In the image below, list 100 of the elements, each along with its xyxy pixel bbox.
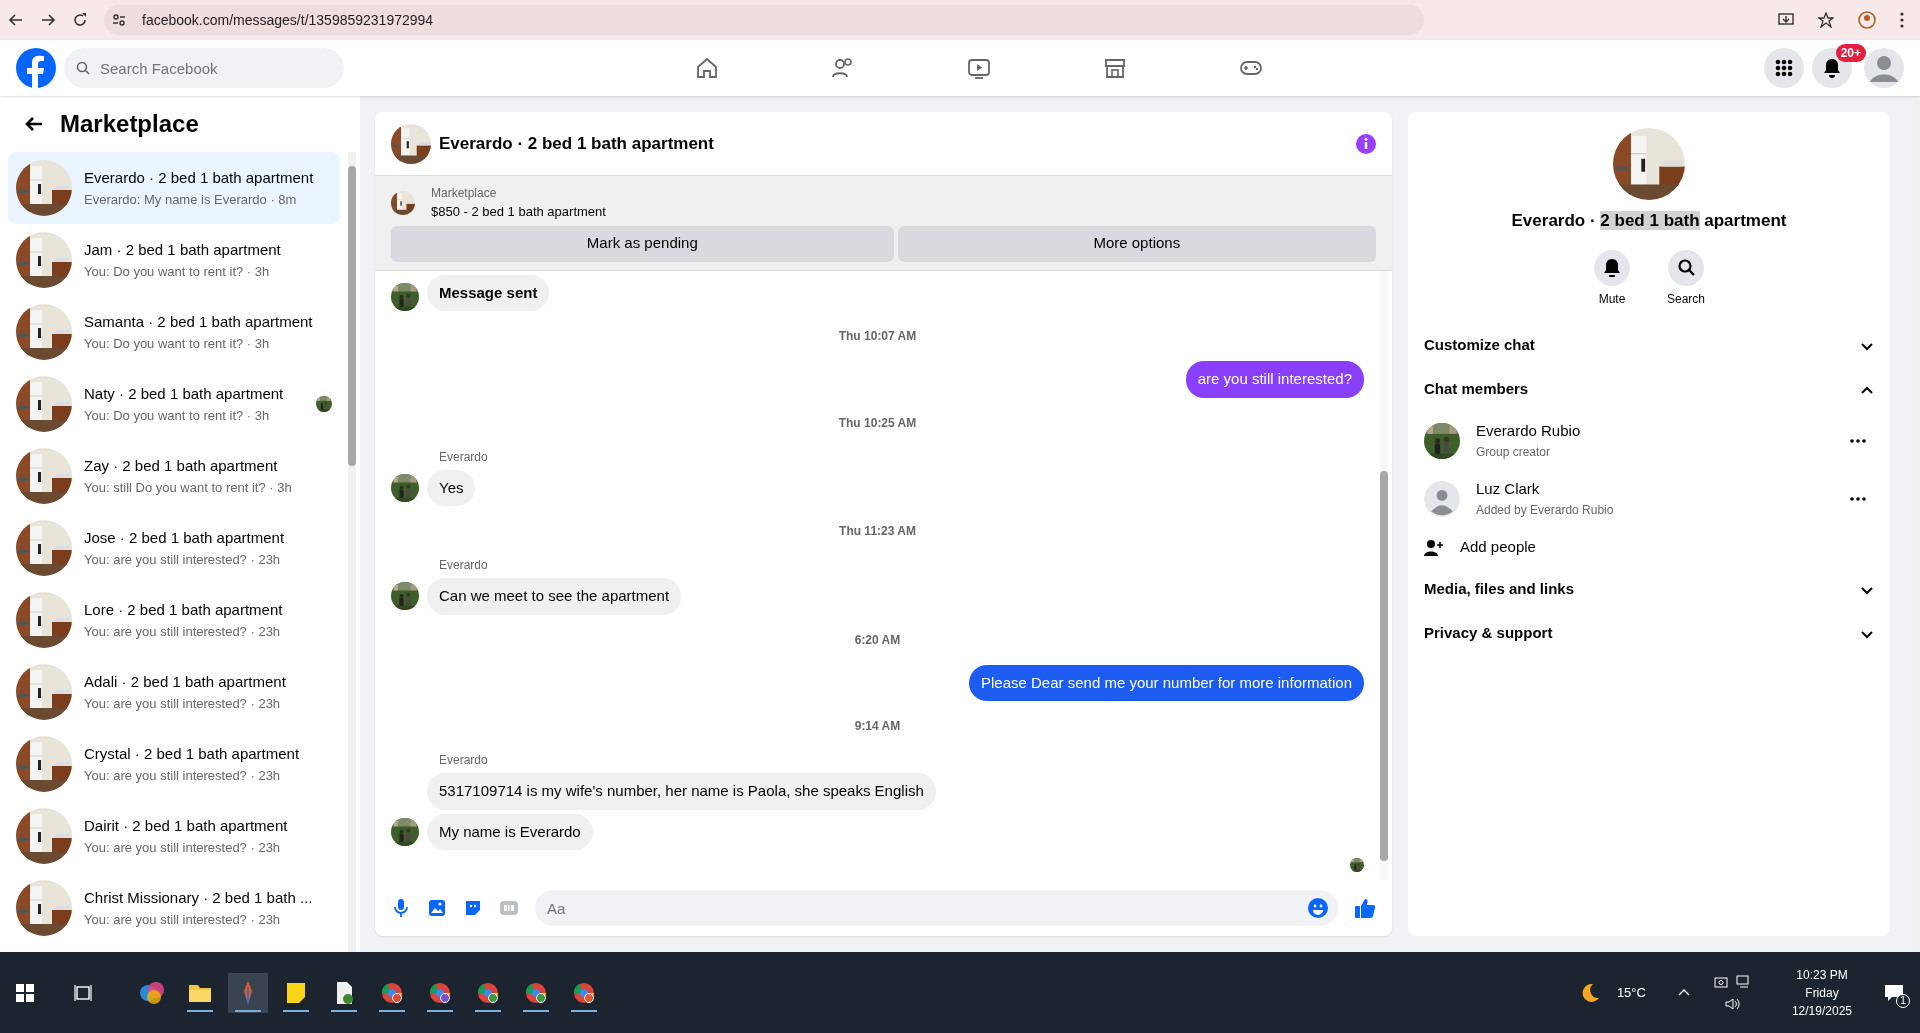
message-preview: You: Do you want to rent it? · 3h [84, 406, 271, 425]
timestamp: 9:14 AM [853, 718, 902, 735]
back-arrow-icon[interactable] [8, 12, 24, 28]
member-role: Group creator [1476, 443, 1552, 461]
more-icon[interactable] [1850, 438, 1866, 443]
thumbs-up-icon[interactable] [1354, 897, 1376, 919]
store-icon[interactable] [1103, 56, 1127, 80]
conversation-title: Dairit · 2 bed 1 bath apartment [84, 816, 289, 836]
chat-title: Everardo · 2 bed 1 bath apartment [439, 132, 714, 155]
member-role: Added by Everardo Rubio [1476, 501, 1615, 519]
message-preview: You: Do you want to rent it? · 3h [84, 334, 271, 353]
volume-icon[interactable] [1724, 996, 1741, 1011]
image-icon[interactable] [427, 898, 447, 918]
clock-time[interactable]: 10:23 PM [1796, 965, 1848, 984]
conversation-item[interactable]: Jose · 2 bed 1 bath apartment You: are you still interested? · 23h [8, 512, 340, 584]
sender-name: Everardo [438, 448, 489, 466]
microphone-icon[interactable] [391, 898, 411, 918]
mute-button[interactable] [1594, 249, 1630, 286]
conversation-title: Crystal · 2 bed 1 bath apartment [84, 744, 301, 764]
sidebar-title: Marketplace [60, 109, 199, 139]
message-preview: You: are you still interested? · 23h [84, 766, 282, 785]
conversation-item[interactable]: Samanta · 2 bed 1 bath apartment You: Do you want to rent it? · 3h [8, 296, 340, 368]
conversation-item[interactable]: Christ Missionary · 2 bed 1 bath ... You: are you still interested? · 23h [8, 872, 340, 944]
conversation-item[interactable]: Lore · 2 bed 1 bath apartment You: are you still interested? · 23h [8, 584, 340, 656]
add-people-item[interactable]: Add people [1424, 527, 1874, 568]
message-preview: You: are you still interested? · 23h [84, 910, 282, 929]
message-preview: You: are you still interested? · 23h [84, 622, 282, 641]
more-icon[interactable] [1850, 496, 1866, 501]
notification-center-icon[interactable] [1884, 983, 1904, 1002]
message-bubble: My name is Everardo [427, 813, 593, 850]
section-header[interactable]: Media, files and links [1424, 567, 1874, 612]
scrollbar[interactable] [1380, 270, 1388, 880]
conversation-title: Adali · 2 bed 1 bath apartment [84, 672, 287, 692]
section-header[interactable]: Customize chat [1424, 323, 1874, 368]
clock-day: Friday [1805, 983, 1839, 1002]
friends-icon[interactable] [831, 56, 855, 80]
conversation-item[interactable]: Zay · 2 bed 1 bath apartment You: still Do you want to rent it? · 3h [8, 440, 340, 512]
action-button[interactable]: More options [897, 225, 1376, 262]
conversation-item[interactable]: Dairit · 2 bed 1 bath apartment You: are you still interested? · 23h [8, 800, 340, 872]
section-header[interactable]: Privacy & support [1424, 611, 1874, 656]
notification-count-badge: 20+ [1835, 44, 1866, 62]
sender-name: Everardo [438, 557, 489, 574]
listing-label: Marketplace [431, 185, 498, 202]
search-field[interactable]: Search Facebook [64, 48, 344, 88]
emoji-icon[interactable] [1308, 898, 1328, 918]
scrollbar[interactable] [1912, 96, 1920, 952]
apps-menu-button[interactable] [1764, 48, 1804, 88]
home-icon[interactable] [695, 56, 719, 80]
forward-arrow-icon[interactable] [40, 12, 56, 28]
member-name: Luz Clark [1476, 479, 1541, 500]
timestamp: 6:20 AM [853, 631, 902, 649]
default-avatar-icon [1424, 480, 1460, 517]
timestamp: Thu 10:25 AM [837, 414, 918, 432]
conversation-title: Samanta · 2 bed 1 bath apartment [84, 312, 314, 332]
conversation-item[interactable]: Adali · 2 bed 1 bath apartment You: are you still interested? · 23h [8, 656, 340, 728]
conversation-item[interactable]: Everardo · 2 bed 1 bath apartment Everardo: My name is Everardo · 8m [8, 152, 340, 224]
message-preview: You: are you still interested? · 23h [84, 838, 282, 857]
message-bubble: 5317109714 is my wife's number, her name is Paola, she speaks English [427, 773, 936, 810]
url-text: facebook.com/messages/t/1359859231972994 [142, 10, 434, 30]
install-app-icon[interactable] [1778, 12, 1794, 28]
reload-icon[interactable] [72, 12, 88, 28]
action-button[interactable]: Mark as pending [391, 225, 894, 262]
search-button[interactable] [1668, 249, 1704, 286]
account-icon[interactable] [1864, 48, 1904, 88]
start-icon[interactable] [16, 983, 34, 1002]
timestamp: Thu 11:23 AM [838, 523, 917, 540]
task-view-icon[interactable] [74, 983, 92, 1002]
logo-icon[interactable] [16, 48, 56, 88]
info-icon[interactable] [1356, 133, 1376, 154]
member-name: Everardo Rubio [1476, 421, 1582, 442]
app-icon[interactable] [228, 972, 268, 1013]
camera-icon[interactable] [1713, 974, 1728, 989]
video-icon[interactable] [967, 56, 991, 80]
message-bubble: Message sent [427, 274, 550, 311]
conversation-item[interactable]: Jam · 2 bed 1 bath apartment You: Do you want to rent it? · 3h [8, 224, 340, 296]
network-icon[interactable] [1735, 974, 1752, 989]
star-icon[interactable] [1818, 12, 1834, 28]
site-settings-icon[interactable] [112, 13, 126, 27]
section-header[interactable]: Chat members [1424, 367, 1874, 412]
message-bubble: Can we meet to see the apartment [427, 578, 682, 615]
sticker-icon[interactable] [463, 898, 483, 918]
sender-name: Everardo [438, 752, 489, 769]
scrollbar[interactable] [348, 152, 356, 952]
action-label: Search [1667, 290, 1705, 308]
conversation-item[interactable]: Crystal · 2 bed 1 bath apartment You: are you still interested? · 23h [8, 728, 340, 800]
conversation-title: Lore · 2 bed 1 bath apartment [84, 600, 284, 620]
profile-icon[interactable] [1858, 11, 1876, 29]
conversation-title: Naty · 2 bed 1 bath apartment [84, 384, 285, 404]
message-preview: You: still Do you want to rent it? · 3h [84, 478, 293, 497]
conversation-title: Jam · 2 bed 1 bath apartment [84, 240, 282, 260]
message-bubble: are you still interested? [1185, 361, 1364, 398]
message-field[interactable]: Aa [535, 890, 1338, 926]
menu-icon[interactable] [1900, 12, 1904, 28]
notification-count-badge: 1 [1896, 993, 1910, 1008]
message-preview: You: are you still interested? · 23h [84, 550, 282, 569]
conversation-title: Everardo · 2 bed 1 bath apartment [1511, 210, 1787, 232]
conversation-item[interactable]: Naty · 2 bed 1 bath apartment You: Do you want to rent it? · 3h [8, 368, 340, 440]
address-bar[interactable]: facebook.com/messages/t/1359859231972994 [104, 5, 1424, 35]
grid-icon [1775, 59, 1793, 77]
conversation-title: Christ Missionary · 2 bed 1 bath ... [84, 888, 314, 908]
